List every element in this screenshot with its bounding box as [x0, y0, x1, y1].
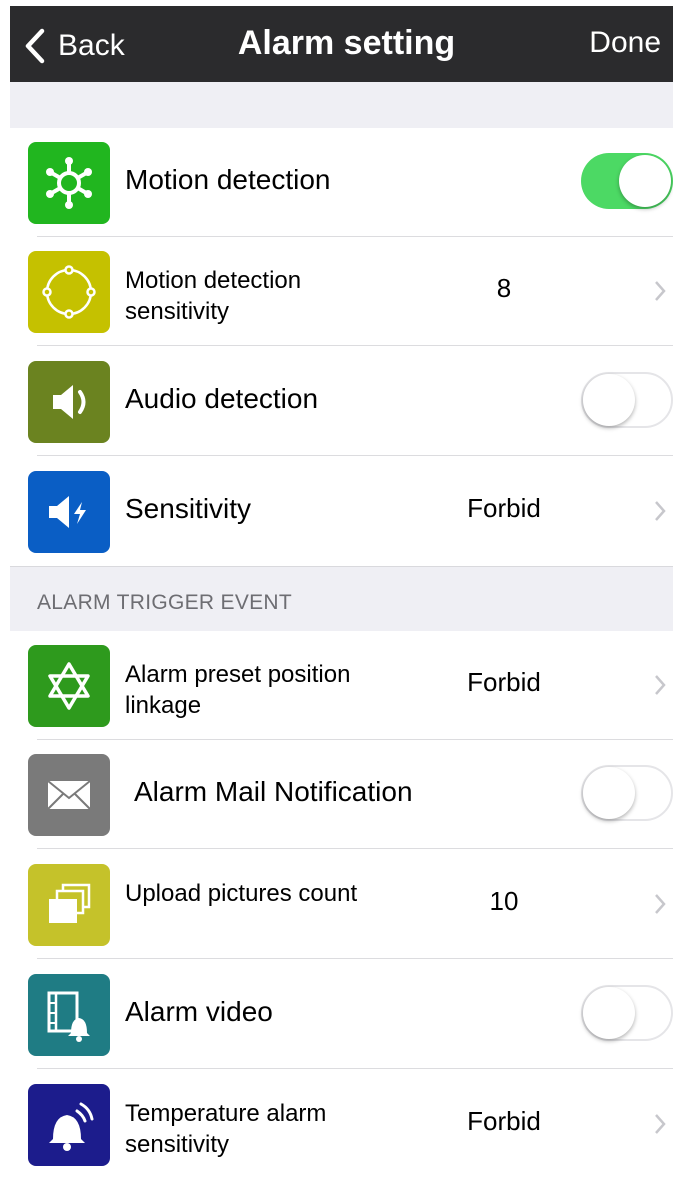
alarm-mail-notification-label: Alarm Mail Notification — [134, 776, 413, 807]
page-title: Alarm setting — [237, 24, 456, 62]
audio-detection-row: Audio detection — [10, 347, 683, 456]
motion-detection-icon — [28, 142, 110, 224]
film-bell-icon — [28, 974, 110, 1056]
toggle-knob — [619, 155, 671, 207]
motion-detection-sensitivity-value: 8 — [496, 273, 512, 303]
speaker-bolt-icon — [28, 471, 110, 553]
toggle-knob — [583, 767, 635, 819]
alarm-video-row: Alarm video — [10, 960, 683, 1069]
chevron-right-icon — [655, 281, 666, 301]
star-of-david-icon — [28, 645, 110, 727]
alarm-preset-position-linkage-row[interactable]: Alarm preset position linkage Forbid — [10, 631, 683, 740]
temperature-alarm-sensitivity-label: Temperature alarm sensitivity — [125, 1100, 327, 1158]
sensitivity-value: Forbid — [467, 493, 541, 523]
alarm-video-toggle[interactable] — [581, 985, 673, 1041]
upload-pictures-count-row[interactable]: Upload pictures count 10 — [10, 850, 683, 959]
sensitivity-row[interactable]: Sensitivity Forbid — [10, 457, 683, 566]
alarm-preset-position-linkage-label: Alarm preset position linkage — [125, 661, 351, 719]
chevron-right-icon — [655, 675, 666, 695]
chevron-right-icon — [655, 894, 666, 914]
stacked-pictures-icon — [28, 864, 110, 946]
speaker-icon — [28, 361, 110, 443]
chevron-right-icon — [655, 501, 666, 521]
section-header: ALARM TRIGGER EVENT — [10, 566, 683, 632]
right-edge — [673, 0, 683, 1171]
motion-detection-row: Motion detection — [10, 128, 683, 237]
temperature-alarm-sensitivity-row[interactable]: Temperature alarm sensitivity Forbid — [10, 1070, 683, 1179]
left-edge — [0, 0, 10, 1171]
alarm-mail-notification-row: Alarm Mail Notification — [10, 740, 683, 849]
navigation-bar: Back Alarm setting Done — [10, 6, 683, 82]
upload-pictures-count-value: 10 — [489, 886, 519, 916]
done-button[interactable]: Done — [589, 26, 661, 60]
motion-detection-sensitivity-row[interactable]: Motion detection sensitivity 8 — [10, 237, 683, 346]
audio-detection-label: Audio detection — [125, 383, 319, 414]
audio-detection-toggle[interactable] — [581, 372, 673, 428]
temperature-alarm-sensitivity-value: Forbid — [467, 1106, 541, 1136]
alarm-video-label: Alarm video — [125, 996, 273, 1027]
motion-detection-toggle[interactable] — [581, 153, 673, 209]
sensitivity-label: Sensitivity — [125, 493, 252, 524]
toggle-knob — [583, 374, 635, 426]
alarm-mail-notification-toggle[interactable] — [581, 765, 673, 821]
motion-detection-label: Motion detection — [125, 164, 331, 195]
envelope-icon — [28, 754, 110, 836]
bell-ring-icon — [28, 1084, 110, 1166]
motion-detection-sensitivity-label: Motion detection sensitivity — [125, 267, 302, 325]
sensitivity-circle-icon — [28, 251, 110, 333]
chevron-right-icon — [655, 1114, 666, 1134]
section-header-label: ALARM TRIGGER EVENT — [37, 591, 293, 614]
group-spacer — [10, 82, 683, 129]
alarm-preset-position-linkage-value: Forbid — [467, 667, 541, 697]
upload-pictures-count-label: Upload pictures count — [125, 880, 358, 907]
toggle-knob — [583, 987, 635, 1039]
